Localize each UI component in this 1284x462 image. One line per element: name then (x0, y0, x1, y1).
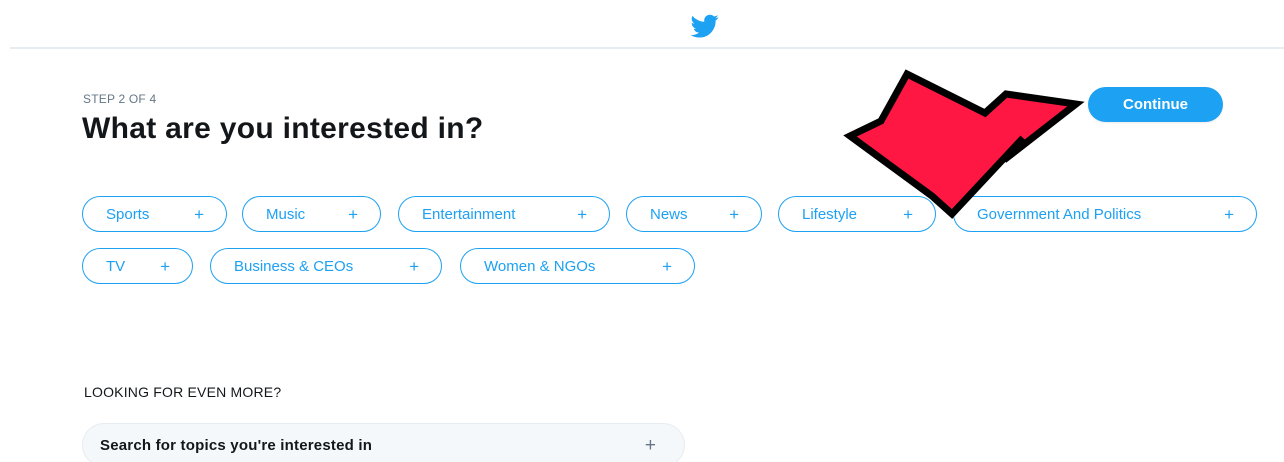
plus-icon: + (194, 204, 204, 224)
annotation-arrow-icon (843, 69, 1085, 219)
top-bar (0, 0, 1284, 48)
plus-icon: + (409, 256, 419, 276)
topic-chip-entertainment[interactable]: Entertainment + (398, 196, 610, 232)
topic-chip-music[interactable]: Music + (242, 196, 381, 232)
topic-chip-women-ngos[interactable]: Women & NGOs + (460, 248, 695, 284)
topic-chip-label: News (650, 205, 688, 223)
topic-chip-label: Entertainment (422, 205, 516, 223)
step-indicator: STEP 2 OF 4 (83, 92, 157, 106)
topic-chip-news[interactable]: News + (626, 196, 762, 232)
topic-chip-label: TV (106, 257, 126, 275)
header-divider (10, 47, 1284, 49)
twitter-bird-icon (690, 14, 719, 38)
topic-chip-label: Sports (106, 205, 150, 223)
topic-chip-tv[interactable]: TV + (82, 248, 193, 284)
topic-chip-sports[interactable]: Sports + (82, 196, 227, 232)
more-topics-heading: LOOKING FOR EVEN MORE? (84, 384, 282, 400)
plus-icon: + (160, 256, 170, 276)
page-title: What are you interested in? (82, 112, 484, 145)
plus-icon: + (348, 204, 358, 224)
topic-chip-label: Business & CEOs (234, 257, 354, 275)
search-placeholder: Search for topics you're interested in (100, 436, 373, 454)
plus-icon[interactable]: + (645, 436, 656, 455)
plus-icon: + (662, 256, 672, 276)
plus-icon: + (1224, 204, 1234, 224)
plus-icon: + (577, 204, 587, 224)
continue-button[interactable]: Continue (1088, 87, 1223, 122)
onboarding-page: STEP 2 OF 4 What are you interested in? … (0, 0, 1284, 462)
topic-chip-business-ceos[interactable]: Business & CEOs + (210, 248, 442, 284)
topic-chip-label: Women & NGOs (484, 257, 596, 275)
topic-chip-label: Music (266, 205, 306, 223)
topic-search-field[interactable]: Search for topics you're interested in + (82, 423, 685, 462)
plus-icon: + (729, 204, 739, 224)
